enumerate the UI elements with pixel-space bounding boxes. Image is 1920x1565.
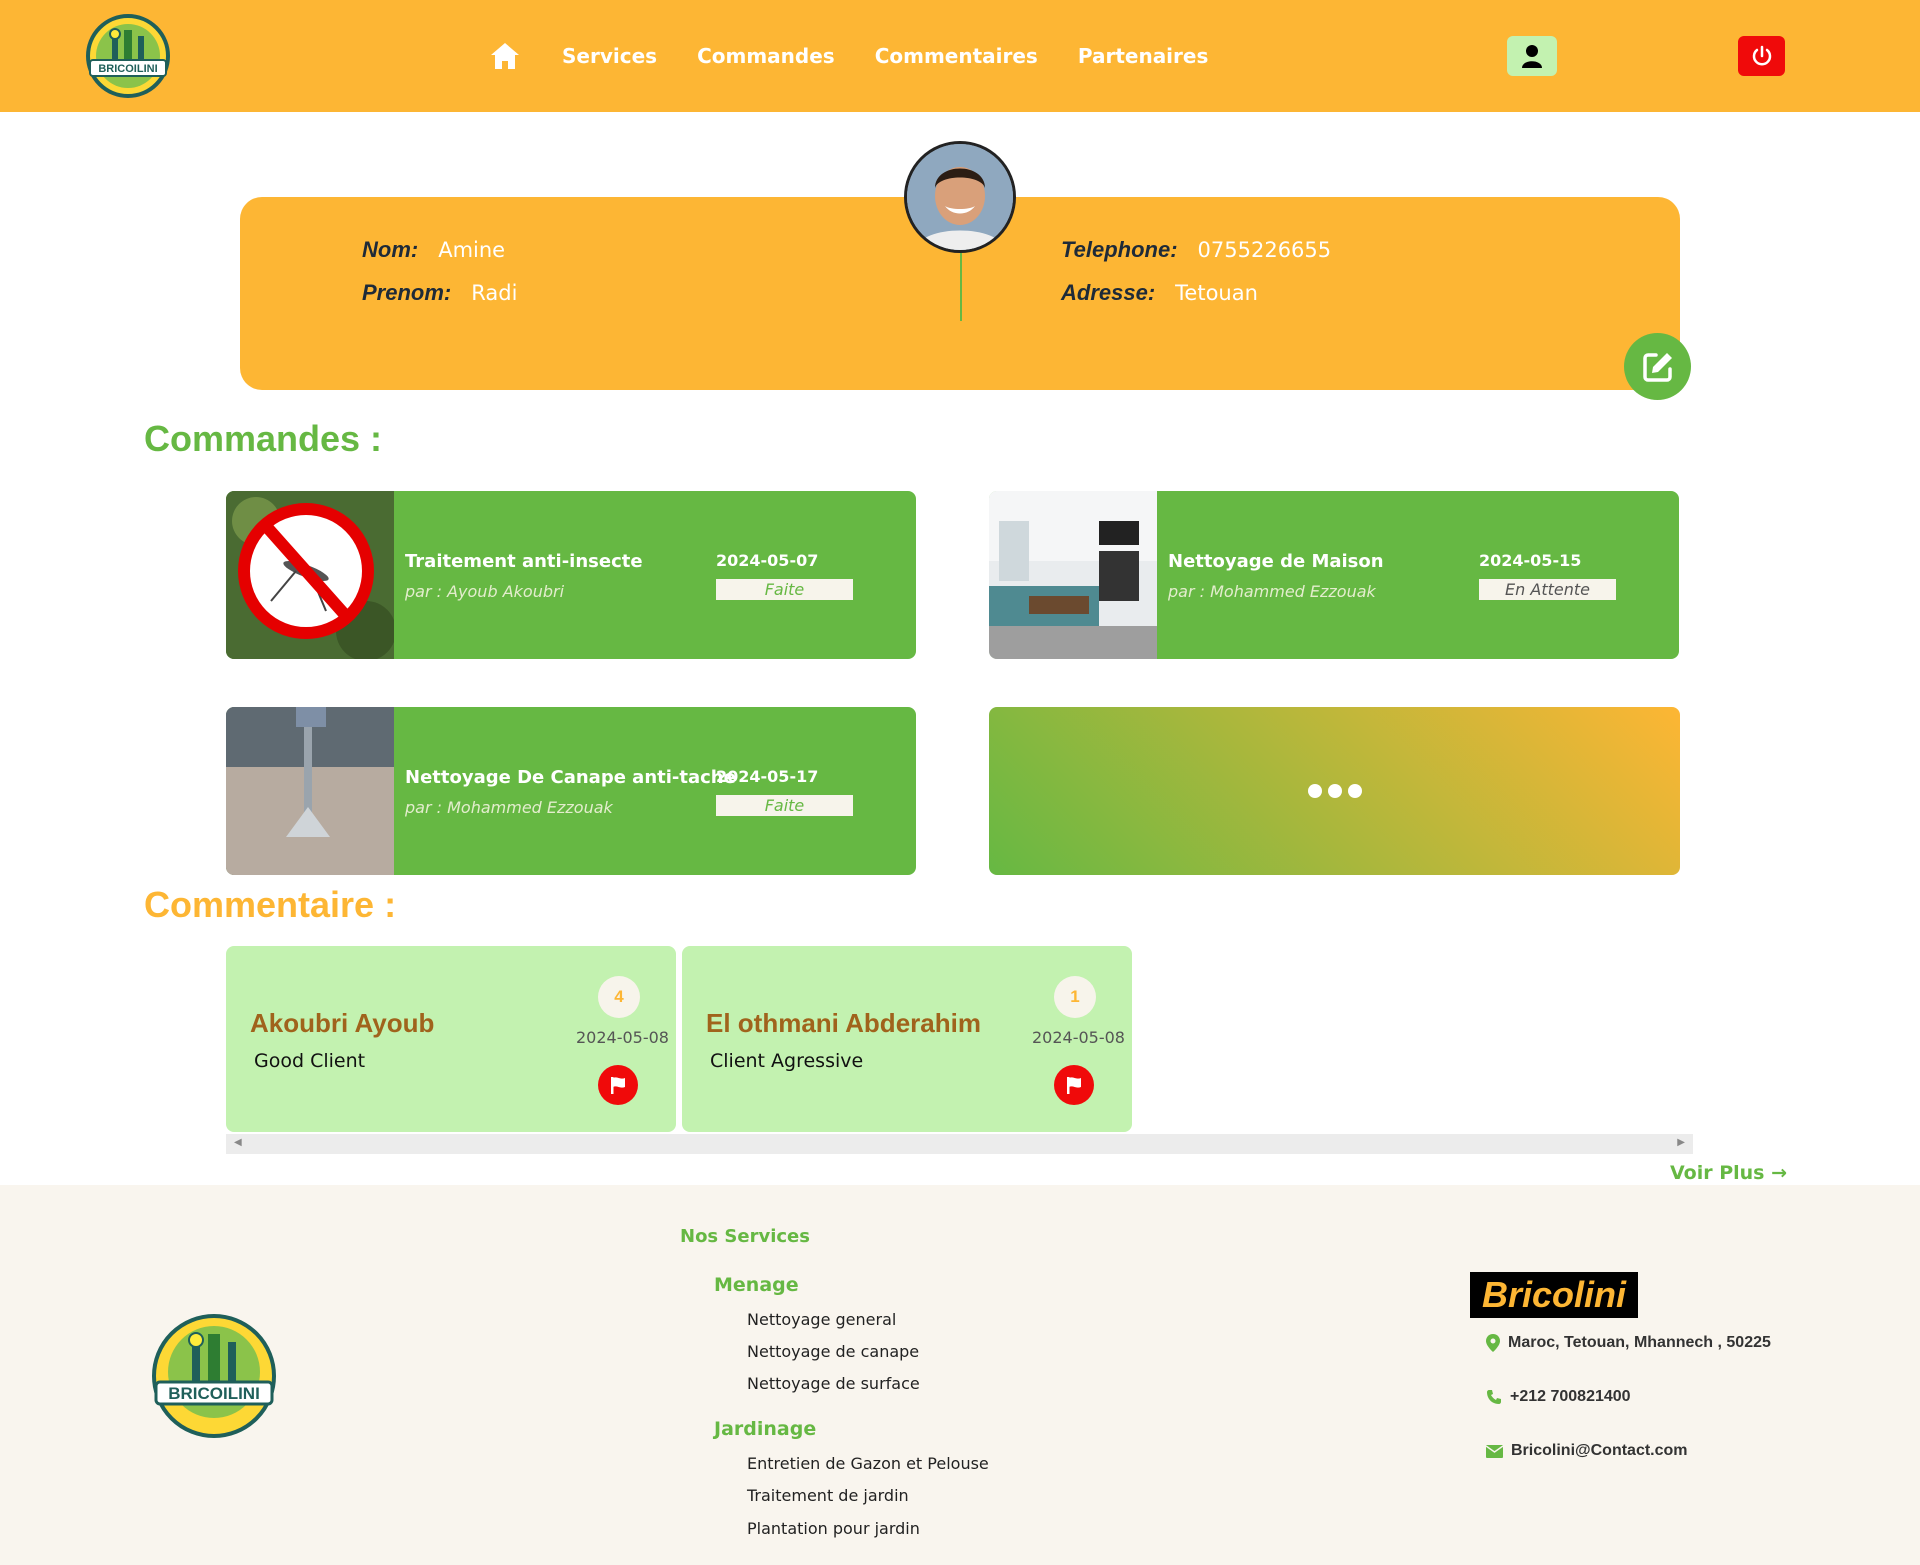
status-badge: En Attente <box>1479 579 1616 600</box>
voir-plus-label: Voir Plus <box>1670 1162 1765 1184</box>
more-orders-button[interactable] <box>989 707 1680 875</box>
house-cleaning-image <box>989 491 1157 659</box>
status-badge: Faite <box>716 795 853 816</box>
order-card[interactable]: Nettoyage de Maison par : Mohammed Ezzou… <box>989 491 1679 659</box>
address-text: Maroc, Tetouan, Mhannech , 50225 <box>1508 1334 1771 1351</box>
nom-value: Amine <box>438 238 506 262</box>
scroll-left-icon[interactable]: ◀ <box>234 1137 242 1148</box>
power-icon <box>1752 45 1771 66</box>
flag-icon <box>611 1077 625 1094</box>
arrow-right-icon: → <box>1771 1162 1788 1184</box>
comment-text: Good Client <box>254 1050 366 1072</box>
contact-email: Bricolini@Contact.com <box>1486 1442 1688 1460</box>
order-provider: par : Mohammed Ezzouak <box>405 798 613 817</box>
footer-service-link[interactable]: Plantation pour jardin <box>747 1519 920 1538</box>
order-title: Nettoyage De Canape anti-tache <box>405 767 736 788</box>
profile-divider <box>960 253 962 321</box>
nos-services-heading: Nos Services <box>680 1226 810 1247</box>
home-icon[interactable] <box>488 39 522 73</box>
bricoilini-logo[interactable]: BRICOILINI <box>84 12 172 100</box>
status-badge: Faite <box>716 579 853 600</box>
nav-partenaires[interactable]: Partenaires <box>1078 44 1209 68</box>
footer <box>0 1185 1920 1565</box>
prenom-value: Radi <box>471 281 518 305</box>
nom-field: Nom: Amine <box>362 237 505 263</box>
ellipsis-dot <box>1347 784 1362 798</box>
order-title: Traitement anti-insecte <box>405 551 643 572</box>
nav-commandes[interactable]: Commandes <box>697 44 835 68</box>
order-provider: par : Mohammed Ezzouak <box>1168 582 1376 601</box>
edit-profile-button[interactable] <box>1624 333 1691 400</box>
svg-text:BRICOILINI: BRICOILINI <box>168 1384 260 1403</box>
comment-date: 2024-05-08 <box>576 1028 669 1047</box>
avatar-photo <box>907 144 1013 250</box>
footer-service-link[interactable]: Nettoyage de canape <box>747 1342 919 1361</box>
order-card[interactable]: Nettoyage De Canape anti-tache par : Moh… <box>226 707 916 875</box>
profile-button[interactable] <box>1507 36 1557 76</box>
anti-insect-image <box>226 491 394 659</box>
comment-author: Akoubri Ayoub <box>250 1008 435 1038</box>
commandes-title: Commandes : <box>144 418 383 459</box>
rating-badge: 1 <box>1054 976 1096 1018</box>
footer-logo: BRICOILINI <box>152 1314 276 1438</box>
ellipsis-dot <box>1307 784 1322 798</box>
footer-service-link[interactable]: Entretien de Gazon et Pelouse <box>747 1454 989 1473</box>
top-navbar: BRICOILINI Services Commandes Commentair… <box>0 0 1920 112</box>
contact-address: Maroc, Tetouan, Mhannech , 50225 <box>1486 1334 1771 1352</box>
footer-service-link[interactable]: Traitement de jardin <box>747 1486 909 1505</box>
menage-heading: Menage <box>714 1274 799 1296</box>
order-date: 2024-05-17 <box>716 767 819 786</box>
report-button[interactable] <box>598 1065 638 1105</box>
scroll-right-icon[interactable]: ▶ <box>1677 1137 1685 1148</box>
report-button[interactable] <box>1054 1065 1094 1105</box>
prenom-label: Prenom: <box>362 280 452 305</box>
map-pin-icon <box>1486 1334 1500 1352</box>
order-provider: par : Ayoub Akoubri <box>405 582 565 601</box>
flag-icon <box>1067 1077 1081 1094</box>
comment-card: El othmani Abderahim Client Agressive 1 … <box>682 946 1132 1132</box>
sofa-cleaning-image <box>226 707 394 875</box>
prenom-field: Prenom: Radi <box>362 280 517 306</box>
phone-text: +212 700821400 <box>1510 1388 1631 1405</box>
main-nav: Services Commandes Commentaires Partenai… <box>488 36 1208 76</box>
comment-text: Client Agressive <box>710 1050 864 1072</box>
email-text[interactable]: Bricolini@Contact.com <box>1511 1442 1688 1460</box>
nom-label: Nom: <box>362 237 419 262</box>
comment-author: El othmani Abderahim <box>706 1008 981 1038</box>
avatar <box>904 141 1016 253</box>
nav-services[interactable]: Services <box>562 44 657 68</box>
comment-card: Akoubri Ayoub Good Client 4 2024-05-08 <box>226 946 676 1132</box>
telephone-field: Telephone: 0755226655 <box>1061 237 1331 263</box>
adresse-label: Adresse: <box>1061 280 1156 305</box>
order-card[interactable]: Traitement anti-insecte par : Ayoub Akou… <box>226 491 916 659</box>
ellipsis-dot <box>1327 784 1342 798</box>
logout-button[interactable] <box>1738 36 1785 76</box>
telephone-label: Telephone: <box>1061 237 1178 262</box>
order-title: Nettoyage de Maison <box>1168 551 1384 572</box>
mail-icon <box>1486 1444 1503 1458</box>
jardinage-heading: Jardinage <box>714 1418 817 1440</box>
brand-name: Bricolini <box>1470 1272 1638 1318</box>
edit-icon <box>1642 352 1672 382</box>
user-icon <box>1522 45 1542 68</box>
svg-text:BRICOILINI: BRICOILINI <box>98 63 157 75</box>
voir-plus-link[interactable]: Voir Plus → <box>1670 1162 1787 1184</box>
adresse-value: Tetouan <box>1175 281 1258 305</box>
comment-date: 2024-05-08 <box>1032 1028 1125 1047</box>
adresse-field: Adresse: Tetouan <box>1061 280 1258 306</box>
nav-commentaires[interactable]: Commentaires <box>875 44 1038 68</box>
telephone-value: 0755226655 <box>1197 238 1332 262</box>
footer-service-link[interactable]: Nettoyage de surface <box>747 1374 920 1393</box>
phone-icon <box>1487 1390 1501 1404</box>
commentaire-title: Commentaire : <box>144 884 397 925</box>
order-date: 2024-05-07 <box>716 551 819 570</box>
order-date: 2024-05-15 <box>1479 551 1582 570</box>
rating-badge: 4 <box>598 976 640 1018</box>
horizontal-scrollbar[interactable]: ◀ ▶ <box>226 1134 1693 1154</box>
footer-service-link[interactable]: Nettoyage general <box>747 1310 896 1329</box>
contact-phone: +212 700821400 <box>1486 1388 1631 1406</box>
